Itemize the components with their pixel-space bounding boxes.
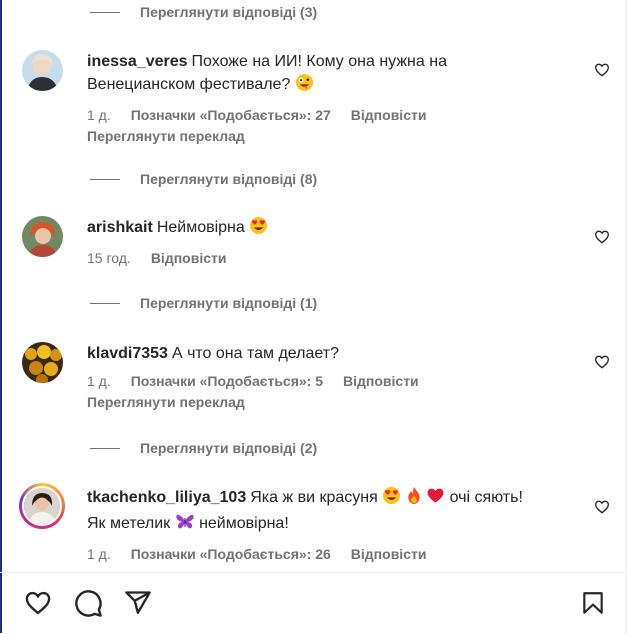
view-replies-label: Переглянути відповіді (1) — [140, 295, 318, 311]
heart-eyes-emoji — [249, 216, 268, 242]
comment-text: Неймовірна — [156, 219, 245, 236]
comment-icon[interactable] — [74, 589, 103, 618]
comment-time: 1 д. — [87, 373, 111, 389]
comment-username[interactable]: tkachenko_liliya_103 — [87, 489, 246, 506]
comment-text-line2: Венецианском фестивале? — [87, 76, 291, 93]
heart-icon[interactable] — [23, 589, 53, 617]
reply-button[interactable]: Відповісти — [151, 250, 227, 266]
heart-icon[interactable] — [594, 354, 610, 370]
reply-button[interactable]: Відповісти — [343, 373, 419, 389]
likes-count[interactable]: Позначки «Подобається»: 26 — [131, 546, 331, 562]
replies-line — [90, 302, 120, 304]
comment-time: 1 д. — [87, 546, 111, 562]
avatar-story-ring[interactable] — [19, 483, 65, 529]
fire-emoji — [406, 486, 422, 512]
heart-icon[interactable] — [594, 62, 610, 78]
view-replies-label: Переглянути відповіді (3) — [140, 4, 318, 20]
comment-text-line2: Як метелик — [87, 515, 171, 532]
red-heart-emoji — [426, 486, 445, 512]
avatar[interactable] — [22, 216, 63, 257]
butterfly-emoji — [175, 512, 195, 538]
reply-button[interactable]: Відповісти — [351, 546, 427, 562]
view-replies-link[interactable]: Переглянути відповіді (8) — [90, 171, 317, 187]
post-action-bar — [0, 572, 627, 634]
comment-time: 15 год. — [87, 250, 131, 266]
zany-face-emoji — [295, 73, 314, 99]
comment-text: Похоже на ИИ! Кому она нужна на — [191, 53, 447, 70]
reply-button[interactable]: Відповісти — [351, 107, 427, 123]
likes-count[interactable]: Позначки «Подобається»: 27 — [131, 107, 331, 123]
comment-username[interactable]: arishkait — [87, 219, 153, 236]
view-translation-link[interactable]: Переглянути переклад — [87, 128, 587, 144]
view-translation-link[interactable]: Переглянути переклад — [87, 394, 587, 410]
view-replies-label: Переглянути відповіді (8) — [140, 171, 318, 187]
view-replies-link[interactable]: Переглянути відповіді (3) — [90, 4, 317, 20]
replies-line — [90, 447, 120, 449]
heart-eyes-emoji — [382, 486, 401, 512]
comment-username[interactable]: inessa_veres — [87, 53, 188, 70]
likes-count[interactable]: Позначки «Подобається»: 5 — [131, 373, 323, 389]
view-replies-label: Переглянути відповіді (2) — [140, 440, 318, 456]
comment-username[interactable]: klavdi7353 — [87, 345, 168, 362]
heart-icon[interactable] — [594, 499, 610, 515]
avatar[interactable] — [22, 50, 63, 91]
comment-text-cont: очі сяють! — [449, 489, 523, 506]
comment-text: А что она там делает? — [171, 345, 339, 362]
replies-line — [90, 178, 120, 180]
view-replies-link[interactable]: Переглянути відповіді (2) — [90, 440, 317, 456]
avatar[interactable] — [22, 342, 63, 383]
view-replies-link[interactable]: Переглянути відповіді (1) — [90, 295, 317, 311]
share-icon[interactable] — [124, 589, 152, 617]
bookmark-icon[interactable] — [580, 589, 606, 617]
avatar — [22, 486, 62, 526]
heart-icon[interactable] — [594, 229, 610, 245]
comment-text: Яка ж ви красуня — [250, 489, 378, 506]
left-edge-bar — [0, 0, 2, 633]
comment-text-line2-cont: неймовірна! — [199, 515, 289, 532]
replies-line — [90, 11, 120, 13]
comment-time: 1 д. — [87, 107, 111, 123]
